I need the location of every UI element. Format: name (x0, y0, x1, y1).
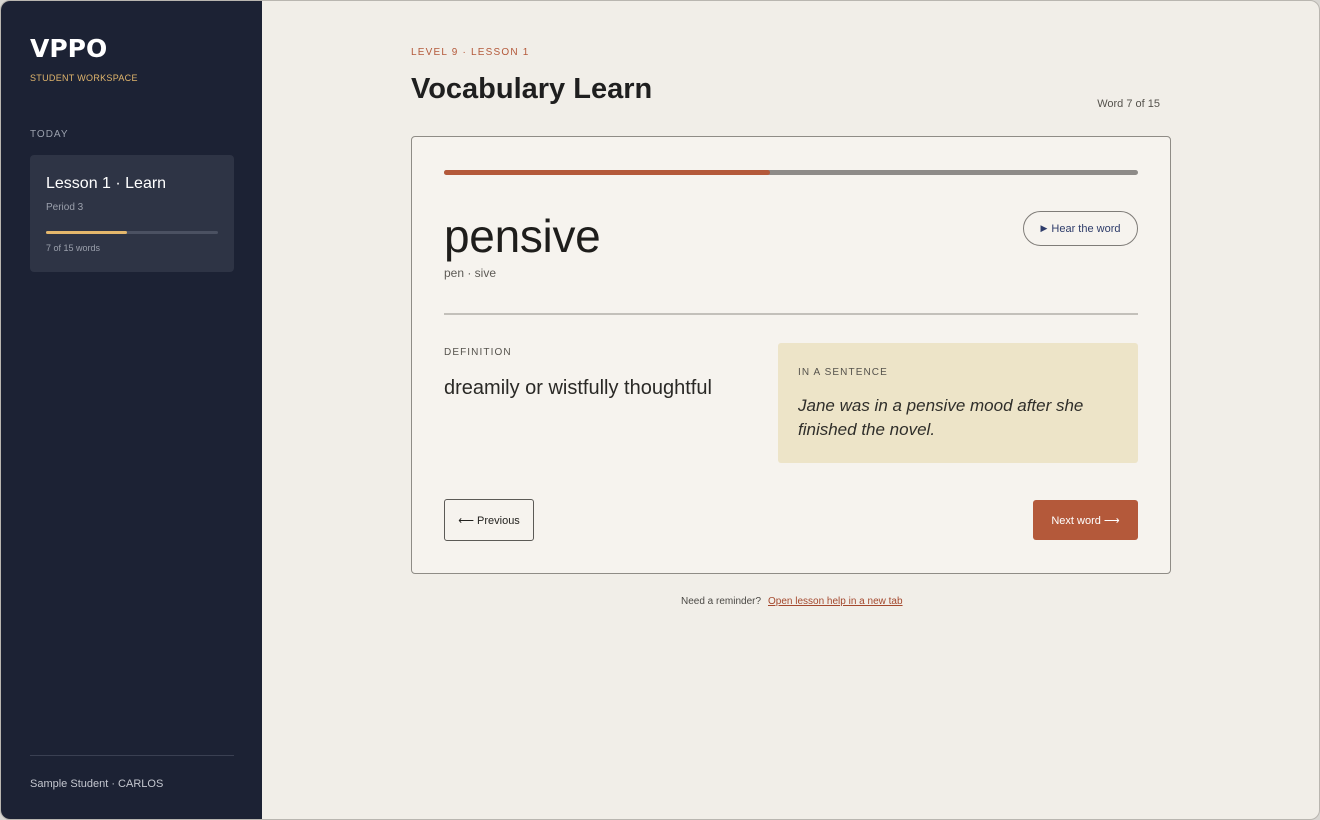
lesson-progress-text: 7 of 15 words (46, 243, 101, 253)
definition-label: DEFINITION (444, 347, 512, 358)
lesson-progress-bar (46, 231, 218, 234)
card-divider (444, 313, 1138, 315)
hear-word-button[interactable]: ▶ Hear the word (1023, 211, 1138, 246)
play-icon: ▶ (1040, 223, 1048, 233)
word-card: pensive pen · sive ▶ Hear the word DEFIN… (411, 136, 1171, 574)
lesson-title: Lesson 1 · Learn (46, 175, 167, 192)
lesson-progress-fill (46, 231, 127, 234)
sidebar-divider (30, 755, 234, 756)
lesson-help-link[interactable]: Open lesson help in a new tab (768, 596, 903, 607)
previous-button[interactable]: ⟵ Previous (444, 499, 534, 541)
brand-subtitle: STUDENT WORKSPACE (30, 73, 138, 83)
lesson-card[interactable]: Lesson 1 · Learn Period 3 7 of 15 words (30, 155, 234, 272)
word-progress-bar (444, 170, 1138, 175)
sentence-label: IN A SENTENCE (798, 367, 888, 378)
word-progress-fill (444, 170, 771, 175)
definition-text: dreamily or wistfully thoughtful (444, 377, 712, 399)
page-title: Vocabulary Learn (411, 73, 653, 105)
lesson-period: Period 3 (46, 202, 84, 213)
lesson-eyebrow: LEVEL 9 · LESSON 1 (411, 47, 530, 58)
app-window: VPPO STUDENT WORKSPACE TODAY Lesson 1 · … (0, 0, 1320, 820)
today-section-label: TODAY (30, 129, 69, 140)
word-counter: Word 7 of 15 (1097, 98, 1160, 110)
word-syllables: pen · sive (444, 266, 497, 280)
example-sentence: Jane was in a pensive mood after she fin… (798, 396, 1084, 439)
vocab-word: pensive (444, 210, 601, 262)
next-word-button[interactable]: Next word ⟶ (1033, 500, 1138, 540)
sidebar: VPPO STUDENT WORKSPACE TODAY Lesson 1 · … (1, 1, 262, 819)
example-sentence-box: IN A SENTENCE Jane was in a pensive mood… (778, 343, 1138, 463)
reminder-text: Need a reminder? (681, 596, 762, 607)
brand-logo: VPPO (30, 34, 108, 63)
hear-word-label: Hear the word (1051, 222, 1121, 235)
student-name: Sample Student · CARLOS (30, 778, 164, 790)
